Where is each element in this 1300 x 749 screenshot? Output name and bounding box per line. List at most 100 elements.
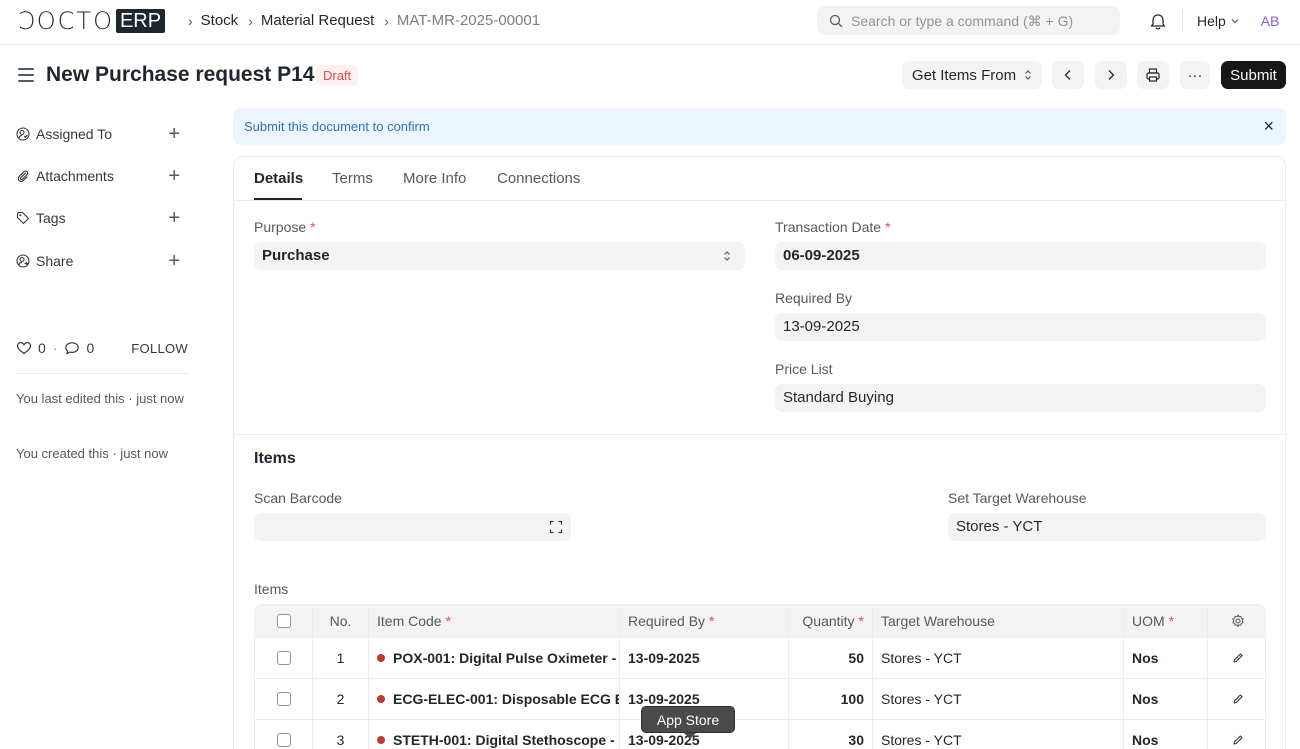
heart-icon[interactable]: [16, 341, 32, 355]
print-button[interactable]: [1137, 61, 1169, 89]
required-marker: *: [858, 613, 864, 629]
row-checkbox[interactable]: [276, 733, 291, 747]
gear-icon[interactable]: [1231, 614, 1245, 628]
select-all-checkbox[interactable]: [276, 614, 291, 628]
row-quantity[interactable]: 50: [789, 638, 873, 678]
sidebar-toggle-icon[interactable]: [18, 68, 34, 82]
plus-icon[interactable]: +: [168, 251, 180, 271]
scan-barcode-field[interactable]: [254, 513, 571, 541]
row-uom[interactable]: Nos: [1124, 638, 1208, 678]
row-quantity[interactable]: 30: [789, 720, 873, 749]
sidebar-item-label: Share: [36, 253, 74, 269]
required-marker: *: [709, 613, 715, 629]
previous-doc-button[interactable]: [1052, 61, 1084, 89]
required-by-field[interactable]: 13-09-2025: [775, 313, 1266, 341]
row-edit-cell: [1208, 720, 1265, 749]
transaction-date-label-text: Transaction Date: [775, 219, 882, 235]
plus-icon[interactable]: +: [168, 166, 180, 186]
row-target-warehouse[interactable]: Stores - YCT: [873, 638, 1124, 678]
row-select-cell: [255, 679, 313, 719]
required-by-label: Required By: [775, 290, 853, 306]
comment-icon[interactable]: [64, 341, 80, 355]
table-row[interactable]: 2 ECG-ELEC-001: Disposable ECG El 13-09-…: [255, 679, 1265, 720]
row-item-code[interactable]: ECG-ELEC-001: Disposable ECG El: [369, 679, 620, 719]
header-required-by-text: Required By: [628, 613, 706, 629]
table-row[interactable]: 3 STETH-001: Digital Stethoscope - 13-09…: [255, 720, 1265, 749]
header-target-warehouse: Target Warehouse: [873, 605, 1124, 637]
sidebar-item-share[interactable]: Share +: [16, 250, 186, 272]
row-item-code[interactable]: STETH-001: Digital Stethoscope -: [369, 720, 620, 749]
help-label: Help: [1197, 13, 1226, 29]
app-store-tooltip: App Store: [641, 706, 735, 739]
set-target-warehouse-field[interactable]: Stores - YCT: [948, 513, 1266, 541]
help-menu[interactable]: Help: [1197, 13, 1240, 29]
follow-button[interactable]: FOLLOW: [131, 341, 188, 356]
tab-details[interactable]: Details: [254, 170, 303, 187]
alert-text: Submit this document to confirm: [244, 119, 430, 134]
select-all-cell: [255, 605, 313, 637]
row-checkbox[interactable]: [276, 651, 291, 665]
status-dot: [377, 736, 385, 744]
purpose-label-text: Purpose: [254, 219, 307, 235]
header-uom: UOM *: [1124, 605, 1208, 637]
chevron-right-icon: ›: [384, 12, 389, 29]
sidebar-item-assigned-to[interactable]: Assigned To +: [16, 123, 186, 145]
row-quantity[interactable]: 100: [789, 679, 873, 719]
scan-icon[interactable]: [549, 520, 563, 534]
pencil-icon[interactable]: [1232, 734, 1244, 746]
header-item-code-text: Item Code: [377, 613, 442, 629]
tag-icon: [16, 211, 30, 225]
section-divider: [234, 434, 1285, 435]
logo-text: OCTO: [36, 7, 114, 35]
search-bar[interactable]: [817, 6, 1120, 35]
last-edited-text: You last edited this · just now: [16, 391, 184, 406]
search-input[interactable]: [851, 12, 1111, 29]
row-required-by[interactable]: 13-09-2025: [620, 638, 789, 678]
header-uom-text: UOM: [1132, 613, 1165, 629]
row-uom[interactable]: Nos: [1124, 679, 1208, 719]
form-tabs: Details Terms More Info Connections: [234, 157, 1285, 201]
engagement-row: 0 · 0 FOLLOW: [16, 340, 188, 356]
breadcrumb-material-request[interactable]: Material Request: [261, 12, 374, 29]
sidebar-item-attachments[interactable]: Attachments +: [16, 165, 186, 187]
navbar-divider: [1182, 10, 1183, 32]
sidebar-item-tags[interactable]: Tags +: [16, 207, 186, 229]
submit-button[interactable]: Submit: [1221, 61, 1286, 89]
bell-icon[interactable]: [1148, 12, 1168, 32]
breadcrumb-stock[interactable]: Stock: [201, 12, 239, 29]
printer-icon: [1146, 68, 1160, 82]
breadcrumb-document[interactable]: MAT-MR-2025-00001: [397, 12, 540, 29]
close-icon[interactable]: ×: [1263, 108, 1274, 145]
plus-icon[interactable]: +: [168, 208, 180, 228]
next-doc-button[interactable]: [1095, 61, 1127, 89]
status-dot: [377, 654, 385, 662]
item-code-text: ECG-ELEC-001: Disposable ECG El: [393, 691, 620, 707]
transaction-date-label: Transaction Date *: [775, 219, 891, 235]
row-target-warehouse[interactable]: Stores - YCT: [873, 679, 1124, 719]
more-actions-button[interactable]: ···: [1180, 61, 1210, 89]
pencil-icon[interactable]: [1232, 693, 1244, 705]
row-no: 1: [313, 638, 369, 678]
table-row[interactable]: 1 POX-001: Digital Pulse Oximeter - I 13…: [255, 638, 1265, 679]
avatar[interactable]: AB: [1258, 10, 1282, 32]
purpose-select[interactable]: Purchase: [254, 242, 745, 270]
row-item-code[interactable]: POX-001: Digital Pulse Oximeter - I: [369, 638, 620, 678]
required-marker: *: [885, 219, 891, 235]
tab-connections[interactable]: Connections: [497, 170, 580, 187]
tab-more-info[interactable]: More Info: [403, 170, 466, 187]
like-count: 0: [38, 340, 46, 356]
price-list-field[interactable]: Standard Buying: [775, 384, 1266, 412]
row-target-warehouse[interactable]: Stores - YCT: [873, 720, 1124, 749]
sidebar-divider: [16, 373, 188, 374]
row-uom[interactable]: Nos: [1124, 720, 1208, 749]
pencil-icon[interactable]: [1232, 652, 1244, 664]
row-checkbox[interactable]: [276, 692, 291, 706]
plus-icon[interactable]: +: [168, 124, 180, 144]
required-marker: *: [310, 219, 316, 235]
get-items-from-button[interactable]: Get Items From: [902, 61, 1042, 89]
tab-terms[interactable]: Terms: [332, 170, 373, 187]
chevron-right-icon: ›: [248, 12, 253, 29]
sidebar-item-label: Tags: [36, 210, 66, 226]
app-logo[interactable]: Ɔ OCTO ERP: [18, 7, 166, 35]
transaction-date-field[interactable]: 06-09-2025: [775, 242, 1266, 270]
